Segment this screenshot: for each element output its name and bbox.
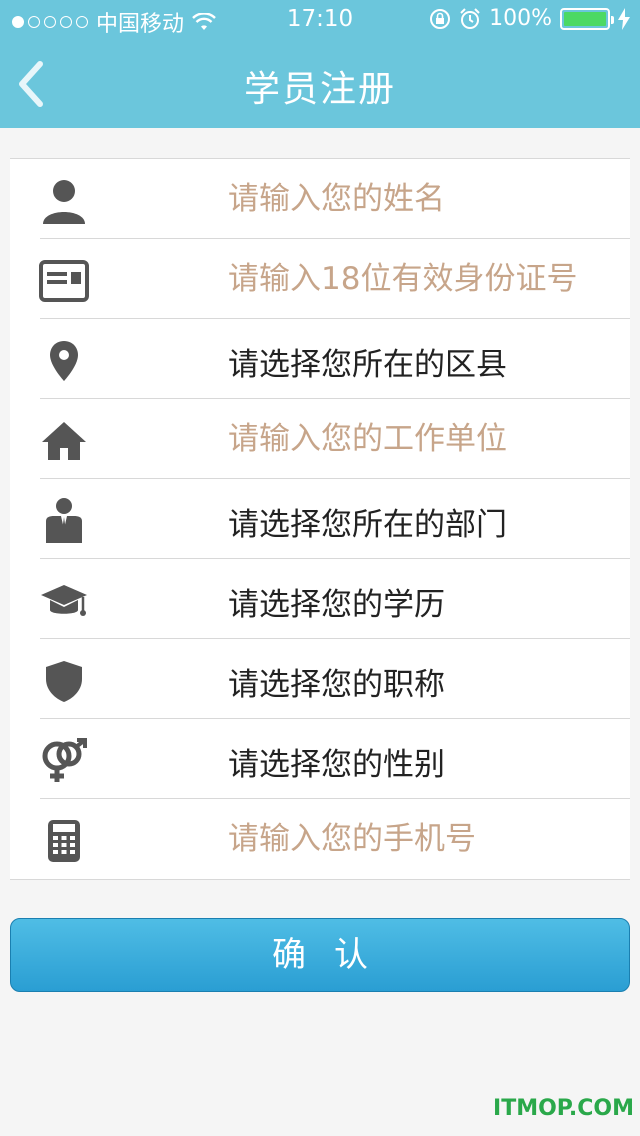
rotation-lock-icon xyxy=(430,8,451,29)
education-select[interactable]: 请选择您的学历 xyxy=(228,579,445,624)
phone-input[interactable] xyxy=(228,817,620,861)
workplace-input[interactable] xyxy=(228,417,620,461)
form-row-name xyxy=(10,159,630,239)
form-row-workplace xyxy=(10,399,630,479)
form-row-department[interactable]: 请选择您所在的部门 xyxy=(10,479,630,559)
district-select[interactable]: 请选择您所在的区县 xyxy=(228,339,507,384)
page-title: 学员注册 xyxy=(243,69,396,110)
gender-icon xyxy=(38,737,90,785)
employee-icon xyxy=(38,497,90,545)
shield-icon xyxy=(38,657,90,705)
status-right: 100% xyxy=(429,6,630,31)
form-row-id xyxy=(10,239,630,319)
graduation-cap-icon xyxy=(38,577,90,625)
name-input[interactable] xyxy=(228,177,620,221)
confirm-button[interactable]: 确认 xyxy=(10,918,630,992)
watermark: ITMOP.COM xyxy=(493,1096,634,1121)
header: 中国移动 17:10 100% 学员注册 xyxy=(0,0,640,128)
form-row-district[interactable]: 请选择您所在的区县 xyxy=(10,319,630,399)
battery-icon xyxy=(560,7,614,30)
gender-select[interactable]: 请选择您的性别 xyxy=(228,739,445,784)
nav-bar: 学员注册 xyxy=(0,40,640,128)
phone-keypad-icon xyxy=(38,817,90,865)
battery-percent: 100% xyxy=(489,6,552,31)
job-title-select[interactable]: 请选择您的职称 xyxy=(228,659,445,704)
person-icon xyxy=(38,177,90,225)
department-select[interactable]: 请选择您所在的部门 xyxy=(228,499,507,544)
form-row-education[interactable]: 请选择您的学历 xyxy=(10,559,630,639)
registration-form: 请选择您所在的区县 请选择您所在的部门 xyxy=(10,158,630,880)
location-pin-icon xyxy=(38,337,90,385)
charging-icon xyxy=(618,7,630,30)
alarm-icon xyxy=(460,7,480,29)
id-card-icon xyxy=(38,257,90,305)
form-row-gender[interactable]: 请选择您的性别 xyxy=(10,719,630,799)
form-row-phone xyxy=(10,799,630,879)
home-icon xyxy=(38,417,90,465)
status-bar: 中国移动 17:10 100% xyxy=(0,0,640,40)
id-number-input[interactable] xyxy=(228,257,620,301)
form-row-title[interactable]: 请选择您的职称 xyxy=(10,639,630,719)
